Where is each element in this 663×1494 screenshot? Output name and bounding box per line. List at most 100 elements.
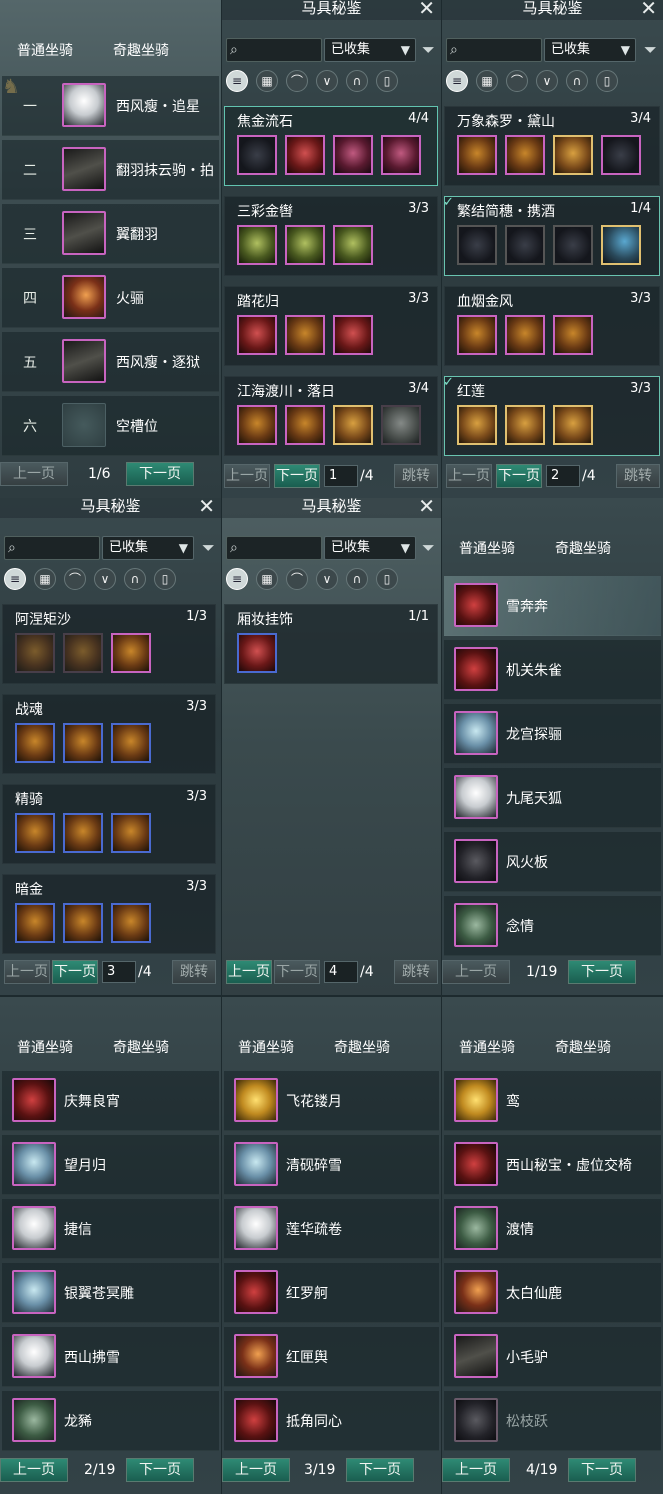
saddle-set-card[interactable]: 暗金 3/3 bbox=[2, 874, 216, 954]
gear-slot-icon[interactable] bbox=[237, 315, 277, 355]
tab-fun-mounts[interactable]: 奇趣坐骑 bbox=[334, 1037, 390, 1057]
mount-slot-row[interactable]: 三 翼翻羽 bbox=[2, 204, 219, 264]
saddle-set-card[interactable]: 万象森罗・黛山 3/4 bbox=[444, 106, 660, 186]
mount-list-item[interactable]: 西山秘宝・虚位交椅 bbox=[444, 1135, 661, 1195]
gear-slot-icon[interactable] bbox=[237, 405, 277, 445]
close-icon[interactable]: ✕ bbox=[198, 498, 215, 516]
gear-slot-icon[interactable] bbox=[15, 903, 55, 943]
page-number-input[interactable]: 3 bbox=[102, 961, 136, 983]
page-number-input[interactable]: 4 bbox=[324, 961, 358, 983]
tab-fun-mounts[interactable]: 奇趣坐骑 bbox=[555, 1037, 611, 1057]
gear-slot-icon[interactable] bbox=[63, 723, 103, 763]
tab-normal-mounts[interactable]: 普通坐骑 bbox=[238, 1037, 294, 1057]
collection-filter-select[interactable]: 已收集 ▼ bbox=[544, 38, 636, 62]
tab-normal-mounts[interactable]: 普通坐骑 bbox=[17, 40, 73, 60]
mount-slot-row[interactable]: 一 西风瘦・追星 bbox=[2, 76, 219, 136]
collection-filter-select[interactable]: 已收集 ▼ bbox=[324, 38, 416, 62]
gear-slot-icon[interactable] bbox=[505, 315, 545, 355]
prev-page-button[interactable]: 上一页 bbox=[442, 960, 510, 984]
mount-list-item[interactable]: 红匣舆 bbox=[224, 1327, 439, 1387]
category-stirrup-icon[interactable]: ∩ bbox=[346, 70, 368, 92]
page-number-input[interactable]: 2 bbox=[546, 465, 580, 487]
mount-list-item[interactable]: 龙豨 bbox=[2, 1391, 219, 1451]
close-icon[interactable]: ✕ bbox=[418, 0, 435, 18]
filter-funnel-icon[interactable]: ⏷ bbox=[202, 538, 215, 558]
saddle-set-card[interactable]: 厢妆挂饰 1/1 bbox=[224, 604, 438, 684]
gear-slot-icon[interactable] bbox=[111, 723, 151, 763]
tab-normal-mounts[interactable]: 普通坐骑 bbox=[17, 1037, 73, 1057]
page-number-input[interactable]: 1 bbox=[324, 465, 358, 487]
category-ornament-icon[interactable]: ▯ bbox=[376, 568, 398, 590]
mount-list-item[interactable]: 红罗舸 bbox=[224, 1263, 439, 1323]
gear-slot-icon[interactable] bbox=[111, 903, 151, 943]
category-grid-icon[interactable]: ▦ bbox=[34, 568, 56, 590]
category-all-icon[interactable]: ≡ bbox=[226, 568, 248, 590]
search-input[interactable]: ⌕ bbox=[226, 536, 322, 560]
gear-slot-icon[interactable] bbox=[457, 135, 497, 175]
prev-page-button[interactable]: 上一页 bbox=[224, 464, 270, 488]
jump-button[interactable]: 跳转 bbox=[394, 464, 438, 488]
mount-list-item[interactable]: 龙宫探骊 bbox=[444, 704, 661, 764]
gear-slot-icon[interactable] bbox=[333, 405, 373, 445]
search-input[interactable]: ⌕ bbox=[446, 38, 542, 62]
saddle-set-card[interactable]: 焦金流石 4/4 bbox=[224, 106, 438, 186]
next-page-button[interactable]: 下一页 bbox=[274, 960, 320, 984]
mount-slot-row[interactable]: 六 空槽位 bbox=[2, 396, 219, 456]
gear-slot-icon[interactable] bbox=[111, 813, 151, 853]
gear-slot-icon[interactable] bbox=[63, 903, 103, 943]
search-input[interactable]: ⌕ bbox=[226, 38, 322, 62]
category-harness-icon[interactable]: ∨ bbox=[94, 568, 116, 590]
jump-button[interactable]: 跳转 bbox=[394, 960, 438, 984]
tab-fun-mounts[interactable]: 奇趣坐骑 bbox=[113, 40, 169, 60]
category-ornament-icon[interactable]: ▯ bbox=[596, 70, 618, 92]
gear-slot-icon[interactable] bbox=[15, 813, 55, 853]
gear-slot-icon[interactable] bbox=[237, 135, 277, 175]
tab-fun-mounts[interactable]: 奇趣坐骑 bbox=[113, 1037, 169, 1057]
mount-slot-row[interactable]: 五 西风瘦・逐狱 bbox=[2, 332, 219, 392]
category-harness-icon[interactable]: ∨ bbox=[316, 70, 338, 92]
prev-page-button[interactable]: 上一页 bbox=[442, 1458, 510, 1482]
category-saddle-icon[interactable]: ⌒ bbox=[286, 70, 308, 92]
category-saddle-icon[interactable]: ⌒ bbox=[64, 568, 86, 590]
mount-slot-row[interactable]: 二 翻羽抹云驹・拍 bbox=[2, 140, 219, 200]
mount-list-item[interactable]: 银翼苍冥雕 bbox=[2, 1263, 219, 1323]
gear-slot-icon[interactable] bbox=[15, 633, 55, 673]
mount-slot-row[interactable]: 四 火骊 bbox=[2, 268, 219, 328]
gear-slot-icon[interactable] bbox=[553, 135, 593, 175]
gear-slot-icon[interactable] bbox=[285, 135, 325, 175]
category-harness-icon[interactable]: ∨ bbox=[316, 568, 338, 590]
gear-slot-icon[interactable] bbox=[553, 315, 593, 355]
mount-list-item[interactable]: 望月归 bbox=[2, 1135, 219, 1195]
next-page-button[interactable]: 下一页 bbox=[274, 464, 320, 488]
gear-slot-icon[interactable] bbox=[63, 633, 103, 673]
mount-list-item[interactable]: 飞花镂月 bbox=[224, 1071, 439, 1131]
next-page-button[interactable]: 下一页 bbox=[568, 960, 636, 984]
gear-slot-icon[interactable] bbox=[285, 315, 325, 355]
prev-page-button[interactable]: 上一页 bbox=[4, 960, 50, 984]
close-icon[interactable]: ✕ bbox=[418, 498, 435, 516]
prev-page-button[interactable]: 上一页 bbox=[222, 1458, 290, 1482]
gear-slot-icon[interactable] bbox=[601, 225, 641, 265]
gear-slot-icon[interactable] bbox=[285, 405, 325, 445]
prev-page-button[interactable]: 上一页 bbox=[446, 464, 492, 488]
category-ornament-icon[interactable]: ▯ bbox=[154, 568, 176, 590]
mount-list-item[interactable]: 机关朱雀 bbox=[444, 640, 661, 700]
saddle-set-card[interactable]: 三彩金辔 3/3 bbox=[224, 196, 438, 276]
category-grid-icon[interactable]: ▦ bbox=[256, 568, 278, 590]
gear-slot-icon[interactable] bbox=[457, 225, 497, 265]
mount-list-item[interactable]: 雪奔奔 bbox=[444, 576, 661, 636]
jump-button[interactable]: 跳转 bbox=[172, 960, 216, 984]
category-all-icon[interactable]: ≡ bbox=[226, 70, 248, 92]
mount-list-item[interactable]: 鸾 bbox=[444, 1071, 661, 1131]
next-page-button[interactable]: 下一页 bbox=[126, 1458, 194, 1482]
mount-list-item[interactable]: 太白仙鹿 bbox=[444, 1263, 661, 1323]
mount-list-item[interactable]: 庆舞良宵 bbox=[2, 1071, 219, 1131]
category-all-icon[interactable]: ≡ bbox=[446, 70, 468, 92]
gear-slot-icon[interactable] bbox=[333, 315, 373, 355]
search-input[interactable]: ⌕ bbox=[4, 536, 100, 560]
filter-funnel-icon[interactable]: ⏷ bbox=[422, 40, 435, 60]
close-icon[interactable]: ✕ bbox=[640, 0, 657, 18]
mount-list-item[interactable]: 念情 bbox=[444, 896, 661, 956]
gear-slot-icon[interactable] bbox=[381, 135, 421, 175]
saddle-set-card[interactable]: 血烟金风 3/3 bbox=[444, 286, 660, 366]
